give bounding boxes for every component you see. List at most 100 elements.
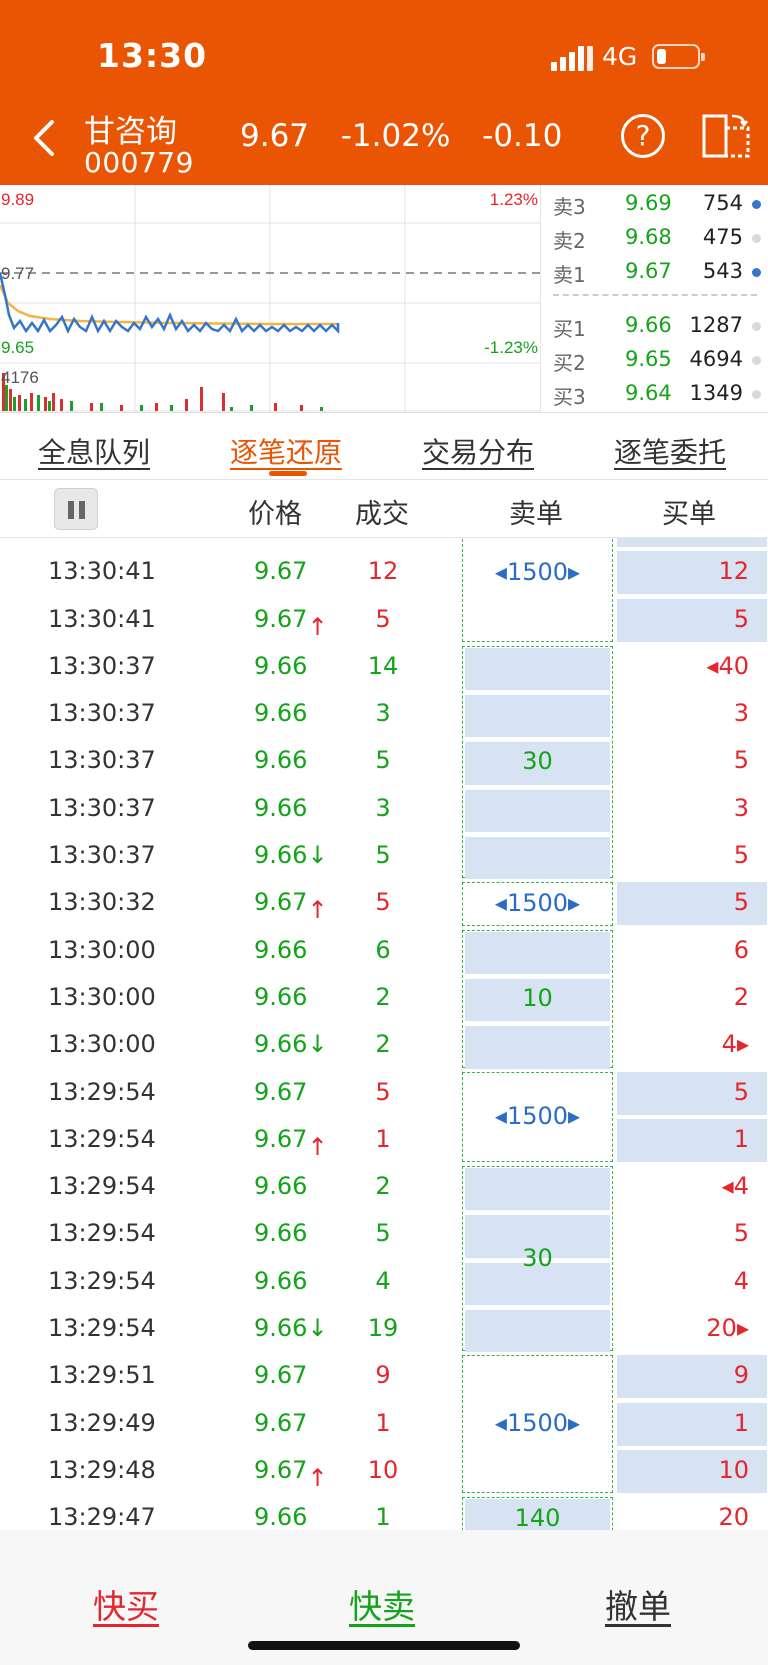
tab-tick-restore[interactable]: 逐笔还原	[230, 431, 342, 471]
sell-order-cell	[465, 647, 610, 691]
buy-order-volume: 12	[718, 557, 749, 586]
chart-low-price: 9.65	[1, 338, 34, 357]
column-header: 价格 成交 卖单 买单	[0, 480, 768, 538]
order-book-divider	[553, 294, 757, 296]
trade-time: 13:30:37	[48, 746, 156, 775]
col-buy: 买单	[662, 499, 716, 530]
sell-order-block: ◂1500▸	[462, 1071, 613, 1163]
trade-volume: 19	[367, 1314, 399, 1343]
trade-price: 9.67	[254, 1408, 308, 1437]
trade-row: 13:30:41 9.67 ↑ 5 5	[0, 597, 768, 644]
sell-order-cell	[465, 1310, 610, 1353]
trade-time: 13:29:54	[48, 1219, 156, 1248]
trade-time: 13:30:00	[48, 982, 156, 1011]
buy-order-cell: 4▸	[617, 1024, 767, 1067]
buy-order-volume: 10	[718, 1455, 749, 1484]
tab-trade-distribution[interactable]: 交易分布	[422, 431, 534, 471]
trade-row: 13:29:54 9.67 ↑ 1 1	[0, 1117, 768, 1164]
dot-icon	[752, 234, 761, 243]
trade-row: 13:30:37 9.66 5 5	[0, 738, 768, 785]
buy-order-volume: 2	[733, 982, 749, 1011]
trade-time: 13:30:37	[48, 793, 156, 822]
buy-order-cell: 5	[617, 740, 767, 783]
sell-order-cell	[465, 1168, 610, 1211]
sell-order-cell	[465, 789, 610, 833]
buy-order-volume: 5	[733, 1077, 749, 1106]
trade-volume: 5	[375, 746, 391, 775]
trade-price: 9.66↓	[254, 841, 328, 870]
sell-order-volume: ◂1500▸	[494, 1409, 581, 1438]
quick-buy-button[interactable]: 快买	[93, 1580, 159, 1628]
buy-order-volume: 6	[733, 935, 749, 964]
buy-order-cell: 5	[617, 598, 767, 642]
status-time: 13:30	[97, 36, 208, 75]
sell-order-cell	[465, 931, 610, 974]
buy-order-volume: 5	[733, 888, 749, 917]
sell-order-block: 140	[462, 1497, 613, 1530]
col-price: 价格	[248, 499, 302, 530]
col-sell: 卖单	[509, 499, 563, 530]
trade-price: 9.66	[254, 935, 308, 964]
buy-order-cell: ◂40	[617, 646, 767, 689]
sell-order-volume: ◂1500▸	[494, 1101, 581, 1130]
trade-time: 13:30:00	[48, 935, 156, 964]
buy-order-cell: 6	[617, 930, 767, 973]
order-book[interactable]: 卖3 9.69 754 卖2 9.68 475 卖1 9.67 543 买1 9.66 1287…	[540, 185, 768, 412]
trade-row: 13:30:37 9.66 14 ◂40	[0, 644, 768, 691]
intraday-chart[interactable]: 9.89 1.23% 9.77 9.65 -1.23% 4176	[0, 185, 540, 412]
buy-order-cell: 2	[617, 977, 767, 1020]
pause-icon	[68, 501, 74, 519]
buy-order-cell: 5	[617, 1213, 767, 1256]
trade-row: 13:30:00 9.66 6 6	[0, 928, 768, 975]
trade-price: 9.67	[254, 1361, 308, 1390]
trade-list[interactable]: 13:30:439.67101013:30:419.67121213:30:41…	[0, 538, 768, 1530]
trade-volume: 1	[375, 1124, 391, 1153]
sell-order-volume: 30	[522, 747, 553, 776]
chart-volume-max: 4176	[1, 368, 39, 387]
sell-order-cell	[465, 1026, 610, 1069]
buy-order-cell: 5	[617, 1071, 767, 1115]
trade-time: 13:29:54	[48, 1314, 156, 1343]
trade-price: 9.66	[254, 982, 308, 1011]
quick-sell-button[interactable]: 快卖	[349, 1580, 415, 1628]
stock-code: 000779	[84, 146, 194, 179]
order-book-row: 卖2 9.68 475	[541, 223, 768, 253]
trade-price: 9.66	[254, 746, 308, 775]
trade-volume: 3	[375, 699, 391, 728]
sell-order-block: ◂1500▸	[462, 1355, 613, 1494]
trade-price: 9.67 ↑	[254, 1124, 328, 1161]
buy-order-volume: 1	[733, 1124, 749, 1153]
trade-price: 9.66	[254, 699, 308, 728]
trade-row: 13:30:439.671010	[0, 538, 768, 549]
trade-row: 13:30:37 9.66 3 3	[0, 786, 768, 833]
trade-volume: 2	[375, 1030, 391, 1059]
trade-row: 13:29:54 9.66 2 ◂4	[0, 1164, 768, 1211]
dot-icon	[752, 356, 761, 365]
trade-volume: 5	[375, 841, 391, 870]
trade-row: 13:30:32 9.67 ↑ 5 5	[0, 880, 768, 927]
trade-time: 13:29:54	[48, 1172, 156, 1201]
landscape-toggle-icon[interactable]	[702, 112, 750, 160]
pause-button[interactable]	[54, 488, 98, 530]
back-arrow-icon[interactable]	[30, 118, 60, 158]
cancel-order-button[interactable]: 撤单	[605, 1580, 671, 1628]
buy-order-cell: 1	[617, 1118, 767, 1162]
trade-price: 9.66	[254, 1503, 308, 1530]
trade-time: 13:30:37	[48, 699, 156, 728]
home-indicator	[248, 1641, 520, 1650]
trade-time: 13:30:37	[48, 651, 156, 680]
network-type: 4G	[602, 42, 638, 71]
trade-time: 13:30:32	[48, 888, 156, 917]
dot-icon	[752, 268, 761, 277]
stock-price: 9.67	[240, 118, 310, 154]
trade-row: 13:29:54 9.67 5 5	[0, 1070, 768, 1117]
trade-row: 13:30:37 9.66 3 3	[0, 691, 768, 738]
help-icon[interactable]: ?	[621, 114, 665, 158]
trade-row: 13:30:00 9.66 2 2	[0, 975, 768, 1022]
trade-row: 13:29:51 9.67 9 9	[0, 1353, 768, 1400]
tab-full-queue[interactable]: 全息队列	[38, 431, 150, 471]
buy-order-cell: 3	[617, 788, 767, 831]
dot-icon	[752, 390, 761, 399]
trade-volume: 10	[367, 1455, 399, 1484]
tab-tick-orders[interactable]: 逐笔委托	[614, 431, 726, 471]
